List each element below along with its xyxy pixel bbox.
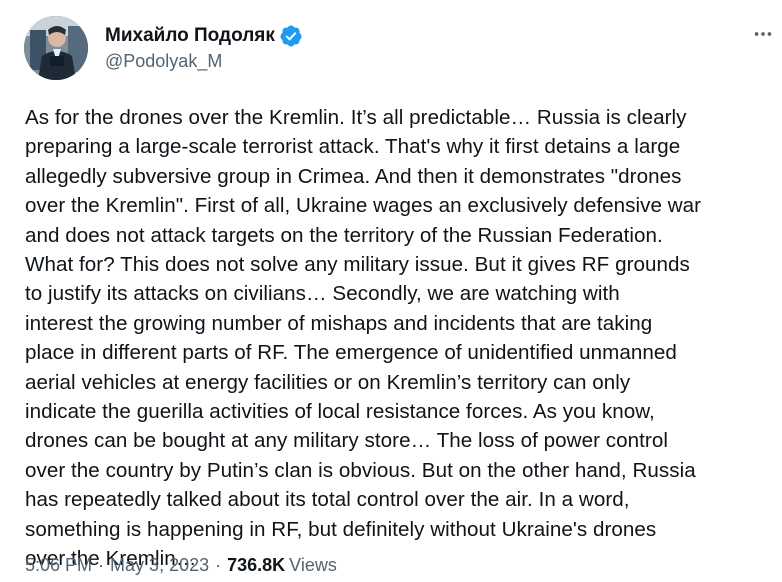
author-handle[interactable]: @Podolyak_M	[105, 51, 303, 72]
verified-badge-icon[interactable]	[279, 24, 303, 48]
meta-separator: ·	[98, 555, 105, 575]
author-display-name[interactable]: Михайло Подоляк	[105, 25, 275, 47]
avatar-image	[24, 16, 88, 80]
tweet-text: As for the drones over the Kremlin. It’s…	[25, 106, 702, 571]
tweet: Михайло Подоляк @Podolyak_M As for the d…	[0, 0, 782, 582]
tweet-meta: 5:06 PM · May 3, 2023 · 736.8K Views	[25, 555, 337, 576]
tweet-date: May 3, 2023	[110, 555, 210, 575]
author-block: Михайло Подоляк @Podolyak_M	[105, 22, 303, 72]
meta-separator: ·	[215, 555, 222, 575]
more-horizontal-icon	[754, 32, 772, 36]
author-name-row: Михайло Подоляк	[105, 22, 303, 50]
avatar[interactable]	[24, 16, 88, 80]
more-options-button[interactable]	[752, 22, 780, 46]
tweet-date-link[interactable]: May 3, 2023	[110, 555, 209, 576]
views-label: Views	[289, 555, 337, 575]
views-count[interactable]: 736.8K	[227, 555, 285, 576]
tweet-time: 5:06 PM	[25, 555, 93, 575]
tweet-time-link[interactable]: 5:06 PM	[25, 555, 92, 576]
